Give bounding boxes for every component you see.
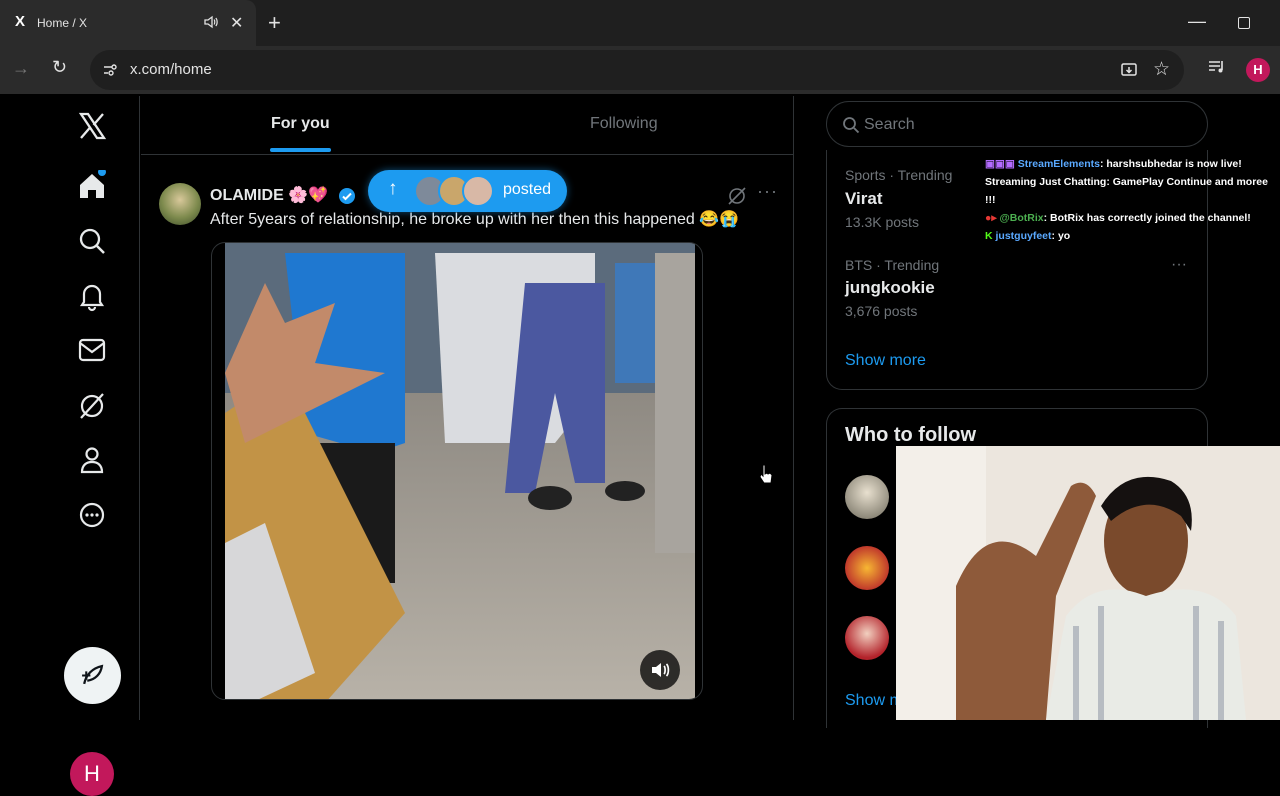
- chat-message: K justguyfeet: yo: [985, 227, 1280, 245]
- suggested-user-avatar[interactable]: [845, 546, 889, 590]
- trend-count: 3,676 posts: [845, 303, 918, 319]
- left-navigation: H: [0, 96, 140, 796]
- close-tab-icon[interactable]: ✕: [230, 13, 243, 33]
- notifications-icon[interactable]: [76, 280, 108, 312]
- stream-chat-overlay: ▣▣▣ StreamElements: harshsubhedar is now…: [985, 155, 1280, 245]
- x-logo-icon[interactable]: [76, 110, 108, 142]
- trend-meta: Sports · Trending: [845, 167, 953, 183]
- chat-badge-icon: ▣▣▣: [985, 158, 1015, 170]
- new-posts-pill[interactable]: ↑ posted: [368, 170, 567, 212]
- tweet-text: After 5years of relationship, he broke u…: [210, 211, 740, 228]
- poster-avatar: [462, 175, 494, 207]
- profile-icon[interactable]: [76, 444, 108, 476]
- install-app-icon[interactable]: [1120, 61, 1138, 79]
- tweet[interactable]: OLAMIDE 🌸💖 ··· After 5years of relations…: [141, 155, 794, 725]
- media-control-icon[interactable]: [1208, 59, 1226, 75]
- show-more-link[interactable]: Show m: [845, 692, 903, 710]
- new-tab-button[interactable]: +: [268, 10, 281, 36]
- speaker-icon[interactable]: [203, 14, 219, 30]
- home-icon[interactable]: [76, 170, 108, 202]
- restore-window-icon[interactable]: [1238, 17, 1250, 29]
- chat-text: : yo: [1051, 230, 1071, 242]
- suggested-user-avatar[interactable]: [845, 616, 889, 660]
- bookmark-star-icon[interactable]: ☆: [1153, 58, 1170, 81]
- browser-tab[interactable]: X Home / X ✕: [0, 0, 256, 46]
- trend-more-icon[interactable]: ···: [1171, 256, 1187, 274]
- browser-tab-bar: X Home / X ✕ + —: [0, 0, 1280, 46]
- mouse-cursor-icon: [759, 464, 773, 484]
- who-to-follow-title: Who to follow: [845, 424, 977, 446]
- reload-icon[interactable]: ↻: [52, 57, 67, 78]
- search-icon: [843, 117, 860, 134]
- posted-label: posted: [503, 181, 552, 198]
- grok-icon[interactable]: [76, 390, 108, 422]
- chat-username: StreamElements: [1017, 158, 1100, 170]
- volume-icon: [652, 663, 670, 677]
- arrow-up-icon: ↑: [388, 178, 398, 199]
- browser-profile-avatar[interactable]: H: [1246, 58, 1270, 82]
- timeline: For you Following OLAMIDE 🌸💖 ··· After 5…: [141, 96, 794, 720]
- active-tab-indicator: [270, 148, 331, 152]
- tweet-author-avatar[interactable]: [159, 183, 201, 225]
- tweet-author-name[interactable]: OLAMIDE 🌸💖: [210, 185, 328, 205]
- tab-title: Home / X: [37, 16, 88, 30]
- webcam-feed: [896, 446, 1280, 720]
- tab-following[interactable]: Following: [590, 115, 658, 133]
- account-avatar[interactable]: H: [70, 752, 114, 796]
- search-placeholder: Search: [864, 116, 915, 133]
- messages-icon[interactable]: [76, 334, 108, 366]
- webcam-overlay: [896, 446, 1280, 720]
- grok-analyze-icon[interactable]: [727, 186, 747, 206]
- search-icon[interactable]: [76, 225, 108, 257]
- chat-username: justguyfeet: [995, 230, 1052, 242]
- more-icon[interactable]: [76, 499, 108, 531]
- x-favicon-icon: X: [14, 13, 25, 30]
- tab-for-you[interactable]: For you: [271, 115, 330, 133]
- chat-badge-icon: ●▸: [985, 212, 997, 224]
- minimize-icon[interactable]: —: [1188, 11, 1206, 32]
- browser-toolbar: → ↻ x.com/home ☆ H: [0, 46, 1280, 94]
- trend-count: 13.3K posts: [845, 214, 919, 230]
- compose-post-button[interactable]: [64, 647, 121, 704]
- chat-badge-icon: K: [985, 230, 993, 242]
- site-info-icon[interactable]: [102, 62, 118, 78]
- trend-name[interactable]: jungkookie: [845, 278, 935, 298]
- video-frame: [225, 243, 695, 699]
- chat-message: ●▸ @BotRix: BotRix has correctly joined …: [985, 209, 1280, 227]
- trend-name[interactable]: Virat: [845, 189, 883, 209]
- tweet-video[interactable]: [211, 242, 703, 700]
- address-bar[interactable]: x.com/home ☆: [90, 50, 1184, 90]
- search-input[interactable]: Search: [826, 101, 1208, 147]
- mute-button[interactable]: [640, 650, 680, 690]
- chat-message: ▣▣▣ StreamElements: harshsubhedar is now…: [985, 155, 1280, 209]
- url-text[interactable]: x.com/home: [130, 61, 212, 78]
- trend-meta: BTS · Trending: [845, 257, 940, 273]
- feather-icon: [82, 664, 104, 685]
- tweet-more-icon[interactable]: ···: [757, 181, 778, 202]
- chat-text: : BotRix has correctly joined the channe…: [1043, 212, 1251, 224]
- chat-username: @BotRix: [999, 212, 1044, 224]
- verified-badge-icon: [339, 188, 355, 204]
- forward-icon[interactable]: →: [12, 58, 30, 79]
- show-more-link[interactable]: Show more: [845, 352, 926, 370]
- suggested-user-avatar[interactable]: [845, 475, 889, 519]
